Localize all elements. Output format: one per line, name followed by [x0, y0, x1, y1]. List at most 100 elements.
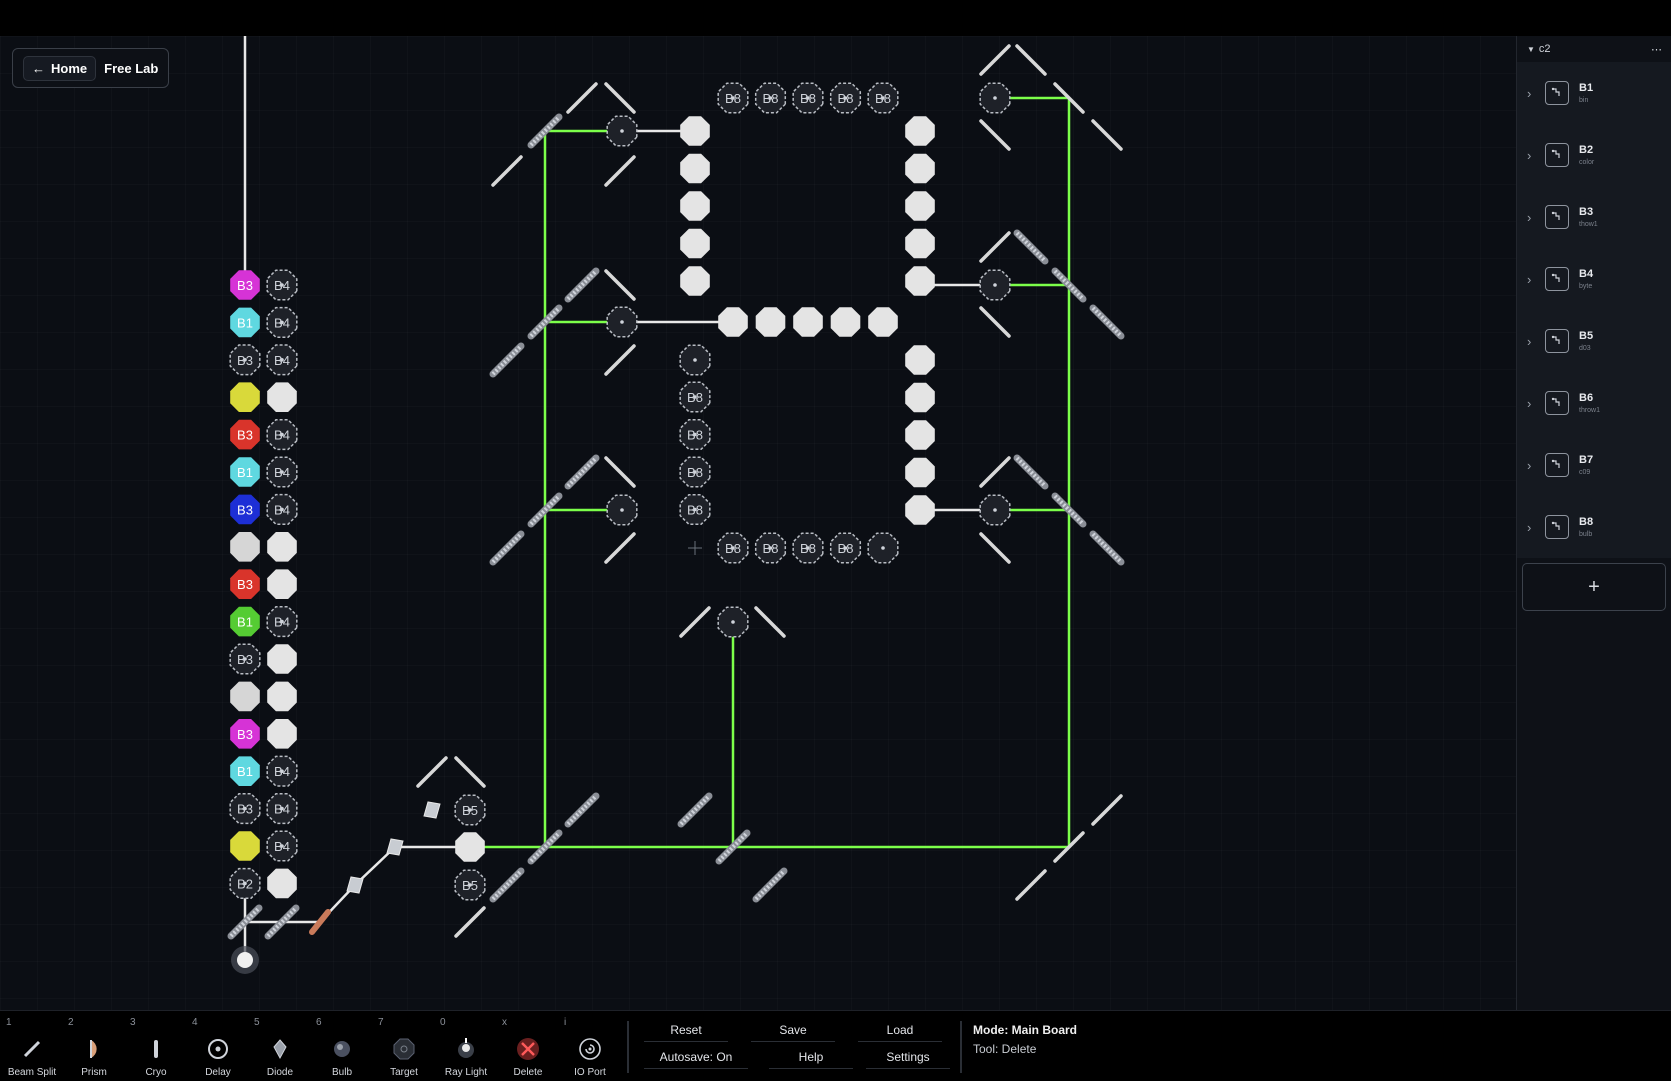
mirror — [979, 532, 1011, 564]
bulb-node — [905, 153, 935, 184]
bulb-node — [905, 495, 935, 525]
tool-beam-split[interactable]: 1 Beam Split — [2, 1015, 62, 1079]
tool-target[interactable]: 7 Target — [374, 1015, 434, 1079]
tool-hotkey: 1 — [6, 1017, 12, 1028]
mirror — [979, 456, 1011, 488]
bulb-node — [230, 382, 260, 412]
tool-label: Target — [390, 1067, 418, 1078]
tool-bulb[interactable]: 6 Bulb — [312, 1015, 372, 1079]
add-component-button[interactable]: + — [1522, 563, 1666, 611]
sidebar-item-sub: d03 — [1579, 345, 1591, 352]
tool-delete[interactable]: x Delete — [498, 1015, 558, 1079]
tool-hotkey: 2 — [68, 1017, 74, 1028]
arrow-left-icon: ← — [32, 60, 45, 76]
mirror — [979, 119, 1011, 151]
chevron-right-icon[interactable]: › — [1527, 272, 1535, 287]
sidebar-item-b8[interactable]: › B8 bulb — [1517, 496, 1671, 558]
node-label: B3 — [237, 428, 253, 443]
tool-prism[interactable]: 2 Prism — [64, 1015, 124, 1079]
chevron-right-icon[interactable]: › — [1527, 334, 1535, 349]
node-center-dot — [731, 620, 735, 624]
tool-hotkey: 0 — [440, 1017, 446, 1028]
diode-icon — [268, 1037, 292, 1061]
tool-hotkey: i — [564, 1017, 567, 1028]
node-label: B3 — [237, 577, 253, 592]
node-label: B1 — [237, 764, 253, 779]
bulb-node — [905, 457, 935, 488]
main-board-canvas[interactable]: B3 B4 B1 B4 B3 B4 B3 B4 B1 B4 B3 B4 B3 B1 B4 B3 B3 B1 B4 B3… — [0, 36, 1516, 1010]
mirror — [604, 82, 636, 114]
node-label: B8 — [725, 541, 741, 556]
sidebar-item-name: B4 — [1579, 268, 1594, 280]
component-block-icon — [1545, 205, 1569, 229]
chevron-right-icon[interactable]: › — [1527, 86, 1535, 101]
sidebar-item-b2[interactable]: › B2 color — [1517, 124, 1671, 186]
tool-label: Diode — [266, 1067, 294, 1078]
component-block-icon — [1545, 515, 1569, 539]
chevron-right-icon[interactable]: › — [1527, 210, 1535, 225]
reset-button[interactable]: Reset — [644, 1019, 728, 1042]
sidebar-item-name: B2 — [1579, 144, 1594, 156]
sidebar-item-name: B1 — [1579, 82, 1594, 94]
breadcrumb-free-lab: Free Lab — [104, 60, 159, 76]
home-button[interactable]: ← Home — [23, 55, 97, 81]
tool-cryo[interactable]: 3 Cryo — [126, 1015, 186, 1079]
bulb-node — [267, 868, 297, 899]
help-button[interactable]: Help — [769, 1046, 853, 1069]
bulb-node — [455, 832, 485, 862]
load-button[interactable]: Load — [858, 1019, 942, 1042]
sidebar-item-b4[interactable]: › B4 byte — [1517, 248, 1671, 310]
sidebar-item-b3[interactable]: › B3 thow1 — [1517, 186, 1671, 248]
bottom-toolbar: 1 Beam Split 2 Prism 3 Cryo 4 Delay 5 Diode 6 Bulb 7… — [0, 1010, 1671, 1081]
node-label: B1 — [237, 615, 253, 630]
bulb-node — [230, 681, 260, 712]
chevron-right-icon[interactable]: › — [1527, 520, 1535, 535]
more-options-icon[interactable]: ⋯ — [1651, 43, 1662, 56]
bulb-node — [905, 191, 935, 221]
delay-icon — [206, 1037, 230, 1061]
sidebar-header[interactable]: ▼ c2 ⋯ — [1517, 36, 1671, 62]
node-label: B4 — [274, 802, 290, 817]
chevron-right-icon[interactable]: › — [1527, 396, 1535, 411]
bulb-icon — [330, 1037, 354, 1061]
tool-diode[interactable]: 5 Diode — [250, 1015, 310, 1079]
settings-button[interactable]: Settings — [866, 1046, 950, 1069]
chevron-right-icon[interactable]: › — [1527, 148, 1535, 163]
tool-delay[interactable]: 4 Delay — [188, 1015, 248, 1079]
save-button[interactable]: Save — [751, 1019, 835, 1042]
chevron-right-icon[interactable]: › — [1527, 458, 1535, 473]
sidebar-item-b5[interactable]: › B5 d03 — [1517, 310, 1671, 372]
node-label: B8 — [687, 390, 703, 405]
tool-hotkey: 6 — [316, 1017, 322, 1028]
node-label: B1 — [237, 465, 253, 480]
node-center-dot — [993, 96, 997, 100]
tool-label: Cryo — [145, 1067, 167, 1078]
sidebar-item-name: B3 — [1579, 206, 1594, 218]
node-label: B8 — [800, 541, 816, 556]
node-center-dot — [993, 508, 997, 512]
bulb-node — [718, 307, 748, 337]
sidebar-item-b1[interactable]: › B1 bin — [1517, 62, 1671, 124]
tool-ray-light[interactable]: 0 Ray Light — [436, 1015, 496, 1079]
tool-io-port[interactable]: i IO Port — [560, 1015, 620, 1079]
tool-label: Prism — [81, 1067, 107, 1078]
node-center-dot — [993, 283, 997, 287]
node-label: B4 — [274, 428, 290, 443]
tool-hotkey: 3 — [130, 1017, 136, 1028]
sidebar-item-b6[interactable]: › B6 throw1 — [1517, 372, 1671, 434]
caret-down-icon[interactable]: ▼ — [1527, 45, 1535, 54]
mirror — [679, 606, 711, 638]
autosave-toggle[interactable]: Autosave: On — [644, 1046, 748, 1069]
sidebar-item-sub: bulb — [1579, 531, 1593, 538]
bulb-node — [230, 532, 260, 562]
mode-status: Mode: Main Board — [973, 1023, 1077, 1037]
bulb-node — [267, 382, 297, 412]
toolbar-divider — [627, 1021, 629, 1073]
sidebar-item-b7[interactable]: › B7 c09 — [1517, 434, 1671, 496]
circuit-board[interactable]: B3 B4 B1 B4 B3 B4 B3 B4 B1 B4 B3 B4 B3 B1 B4 B3 B3 B1 B4 B3… — [0, 36, 1516, 1010]
node-label: B8 — [763, 541, 779, 556]
bulb-node — [267, 569, 297, 599]
prism-icon — [82, 1037, 106, 1061]
navigation-bar: ← Home Free Lab — [12, 48, 170, 88]
node-center-dot — [881, 546, 885, 550]
